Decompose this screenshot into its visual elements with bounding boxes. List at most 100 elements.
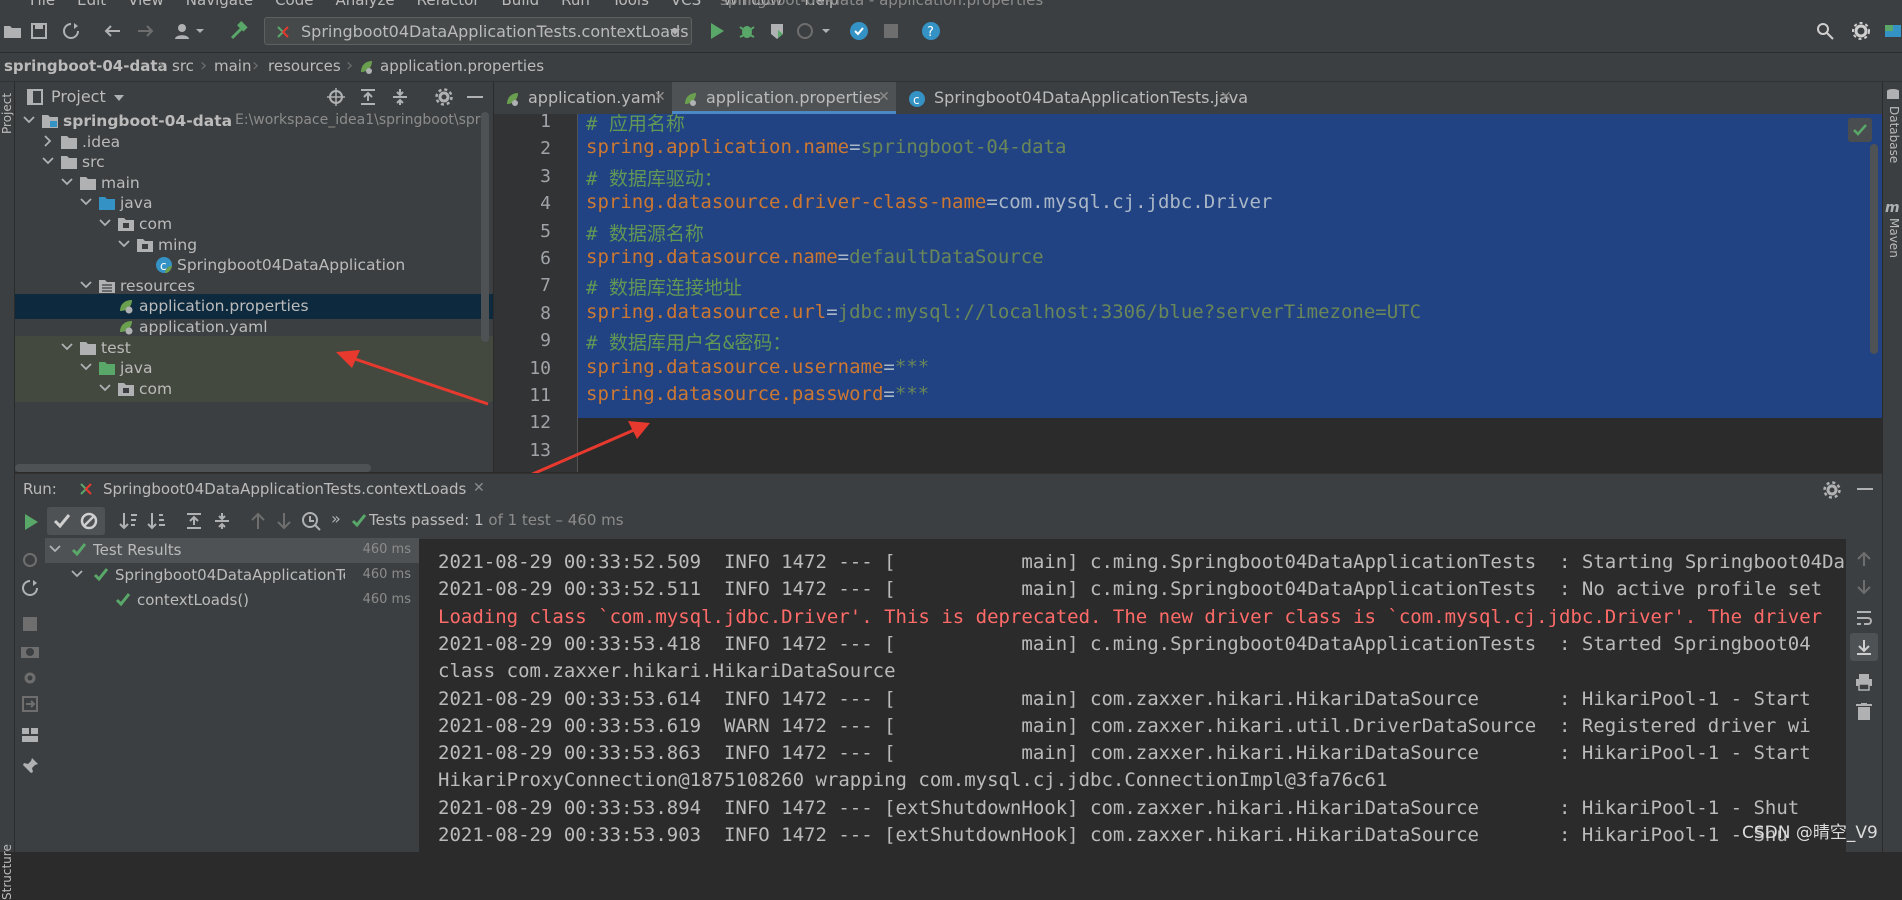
structure-tool-button[interactable]: Structure (0, 844, 14, 900)
rerun-icon[interactable] (23, 513, 39, 531)
tree-vertical-scrollbar[interactable] (481, 112, 489, 342)
close-icon[interactable]: ✕ (473, 480, 485, 496)
sync-icon[interactable] (58, 18, 84, 44)
chevron-down-icon[interactable] (61, 340, 73, 354)
breadcrumb-file[interactable]: application.properties (380, 57, 544, 75)
build-hammer-icon[interactable] (226, 18, 252, 44)
camera-icon[interactable] (20, 643, 40, 659)
chevron-down-icon[interactable] (80, 278, 92, 292)
menu-navigate[interactable]: Navigate (186, 0, 253, 9)
down-arrow-icon[interactable] (1856, 579, 1872, 595)
menu-view[interactable]: View (128, 0, 164, 9)
code-editor[interactable]: # 应用名称 spring.application.name=springboot… (578, 114, 1882, 472)
chevron-right-icon[interactable] (42, 134, 54, 148)
settings-icon[interactable] (21, 669, 39, 687)
project-view-title[interactable]: Project (51, 87, 106, 106)
chevron-down-icon[interactable] (118, 237, 130, 251)
previous-failed-icon[interactable] (251, 512, 265, 530)
export-icon[interactable] (21, 695, 39, 713)
collapse-all-icon[interactable] (213, 512, 231, 530)
layout-icon[interactable] (21, 727, 39, 743)
chevron-down-icon[interactable] (99, 381, 111, 395)
update-running-icon[interactable] (846, 18, 872, 44)
more-actions-icon[interactable]: » (331, 509, 341, 528)
test-result-row[interactable]: Test Results 460 ms (45, 538, 419, 563)
forward-icon[interactable] (132, 18, 158, 44)
project-tool-button[interactable]: Project (0, 93, 14, 134)
run-configuration-dropdown[interactable]: Springboot04DataApplicationTests.context… (264, 17, 692, 45)
back-icon[interactable] (100, 18, 126, 44)
breadcrumb-resources[interactable]: resources (268, 57, 341, 75)
close-icon[interactable]: ✕ (1220, 89, 1232, 105)
toggle-auto-test-icon[interactable] (21, 579, 39, 597)
stop-icon[interactable] (878, 18, 904, 44)
inspection-ok-badge[interactable] (1848, 118, 1872, 142)
save-all-icon[interactable] (26, 18, 52, 44)
editor-scrollbar[interactable] (1870, 144, 1878, 354)
tree-horizontal-scrollbar[interactable] (15, 464, 371, 472)
chevron-down-icon[interactable] (80, 195, 92, 209)
stop-icon[interactable] (23, 617, 37, 631)
chevron-down-icon[interactable] (42, 154, 54, 168)
tab-application-properties[interactable]: application.properties ✕ (672, 82, 896, 114)
run-icon[interactable] (704, 18, 730, 44)
chevron-down-icon[interactable] (113, 94, 125, 102)
next-failed-icon[interactable] (277, 512, 291, 530)
chevron-down-icon[interactable] (49, 543, 61, 555)
up-arrow-icon[interactable] (1856, 551, 1872, 567)
print-icon[interactable] (1855, 673, 1873, 691)
coverage-icon[interactable] (764, 18, 790, 44)
debug-icon[interactable] (734, 18, 760, 44)
menu-vcs[interactable]: VCS (671, 0, 701, 9)
breadcrumb-project[interactable]: springboot-04-data (4, 57, 168, 75)
locate-file-icon[interactable] (327, 88, 345, 106)
rerun-failed-icon[interactable] (21, 551, 39, 569)
menu-run[interactable]: Run (561, 0, 590, 9)
pin-icon[interactable] (21, 757, 39, 775)
gear-icon[interactable] (1823, 481, 1841, 499)
clear-all-icon[interactable] (1856, 703, 1872, 721)
user-dropdown-icon[interactable] (172, 18, 208, 44)
console-output[interactable]: 2021-08-29 00:33:52.509 INFO 1472 --- [ … (420, 539, 1846, 852)
search-everywhere-icon[interactable] (1812, 18, 1838, 44)
tab-application-yaml[interactable]: application.yaml ✕ (494, 82, 670, 114)
chevron-down-icon[interactable] (71, 568, 83, 580)
menu-file[interactable]: File (30, 0, 55, 9)
show-passed-icon[interactable] (53, 513, 71, 529)
hide-panel-icon[interactable] (1857, 488, 1873, 491)
database-tool-button[interactable]: Database (1887, 106, 1901, 163)
settings-gear-icon[interactable] (1848, 18, 1874, 44)
chevron-down-icon[interactable] (99, 216, 111, 230)
test-history-icon[interactable] (301, 511, 321, 531)
menu-refactor[interactable]: Refactor (417, 0, 480, 9)
chevron-down-icon[interactable] (80, 360, 92, 374)
tree-item[interactable]: com (15, 376, 493, 402)
close-icon[interactable]: ✕ (878, 89, 890, 105)
menu-build[interactable]: Build (502, 0, 540, 9)
expand-all-icon[interactable] (359, 88, 377, 106)
toolbox-icon[interactable] (1880, 18, 1902, 44)
breadcrumb-src[interactable]: src (172, 57, 194, 75)
sort-by-duration-icon[interactable] (147, 512, 167, 530)
gear-icon[interactable] (435, 88, 453, 106)
test-result-row[interactable]: Springboot04DataApplicationTe 460 ms (45, 563, 419, 588)
hide-panel-icon[interactable] (467, 96, 483, 99)
menu-tools[interactable]: Tools (612, 0, 649, 9)
chevron-down-icon[interactable] (61, 175, 73, 189)
open-folder-icon[interactable] (0, 18, 26, 44)
help-icon[interactable]: ? (918, 18, 944, 44)
soft-wrap-icon[interactable] (1855, 609, 1873, 627)
show-ignored-icon[interactable] (79, 511, 99, 531)
menu-analyze[interactable]: Analyze (335, 0, 394, 9)
run-tab-label[interactable]: Springboot04DataApplicationTests.context… (103, 480, 466, 498)
sort-alphabetically-icon[interactable] (119, 512, 139, 530)
expand-all-icon[interactable] (185, 512, 203, 530)
menu-edit[interactable]: Edit (77, 0, 106, 9)
collapse-all-icon[interactable] (391, 88, 409, 106)
tab-springboot-tests-java[interactable]: c Springboot04DataApplicationTests.java … (898, 82, 1248, 114)
breadcrumb-main[interactable]: main (214, 57, 251, 75)
chevron-down-icon[interactable] (23, 113, 35, 127)
test-result-row[interactable]: contextLoads() 460 ms (45, 588, 419, 613)
profiler-dropdown-icon[interactable] (794, 18, 834, 44)
scroll-to-end-toggle[interactable] (1850, 633, 1878, 661)
